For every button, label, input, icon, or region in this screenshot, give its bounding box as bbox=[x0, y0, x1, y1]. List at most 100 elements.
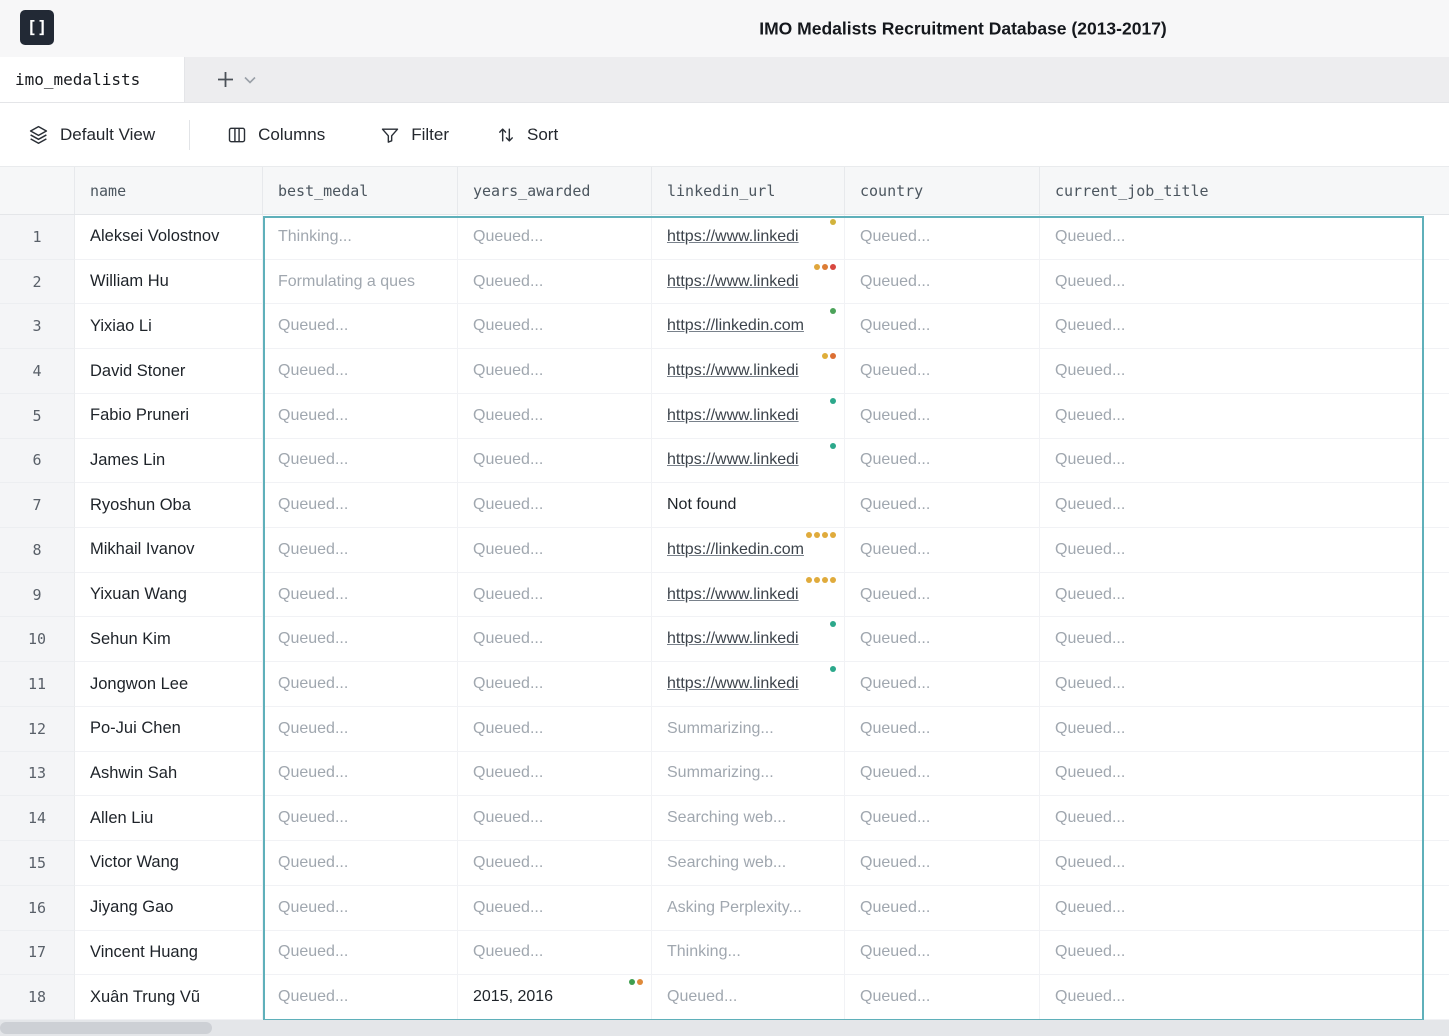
cell-name[interactable]: David Stoner bbox=[75, 349, 263, 394]
cell-country[interactable]: Queued... bbox=[845, 304, 1040, 350]
row-number[interactable]: 1 bbox=[0, 215, 75, 260]
cell-linkedin-url[interactable]: https://linkedin.com bbox=[652, 304, 845, 350]
cell-linkedin-url[interactable]: https://www.linkedi bbox=[652, 215, 845, 260]
cell-years-awarded[interactable]: Queued... bbox=[458, 930, 652, 976]
cell-best-medal[interactable]: Queued... bbox=[263, 706, 458, 752]
cell-years-awarded[interactable]: Queued... bbox=[458, 662, 652, 707]
cell-country[interactable]: Queued... bbox=[845, 662, 1040, 707]
cell-best-medal[interactable]: Queued... bbox=[263, 528, 458, 573]
cell-best-medal[interactable]: Queued... bbox=[263, 304, 458, 350]
linkedin-link[interactable]: https://www.linkedi bbox=[667, 675, 799, 693]
sort-button[interactable]: Sort bbox=[496, 125, 558, 145]
cell-name[interactable]: Aleksei Volostnov bbox=[75, 215, 263, 260]
cell-name[interactable]: Jiyang Gao bbox=[75, 885, 263, 931]
cell-years-awarded[interactable]: Queued... bbox=[458, 483, 652, 529]
header-corner[interactable] bbox=[0, 167, 75, 214]
cell-years-awarded[interactable]: Queued... bbox=[458, 259, 652, 305]
row-number[interactable]: 9 bbox=[0, 572, 75, 618]
cell-current-job-title[interactable]: Queued... bbox=[1040, 349, 1449, 394]
cell-name[interactable]: Jongwon Lee bbox=[75, 662, 263, 707]
cell-linkedin-url[interactable]: https://www.linkedi bbox=[652, 259, 845, 305]
cell-best-medal[interactable]: Queued... bbox=[263, 617, 458, 663]
linkedin-link[interactable]: https://www.linkedi bbox=[667, 273, 799, 291]
scrollbar-thumb[interactable] bbox=[0, 1021, 212, 1034]
row-number[interactable]: 5 bbox=[0, 393, 75, 439]
cell-country[interactable]: Queued... bbox=[845, 393, 1040, 439]
cell-linkedin-url[interactable]: Searching web... bbox=[652, 796, 845, 842]
cell-country[interactable]: Queued... bbox=[845, 349, 1040, 394]
row-number[interactable]: 6 bbox=[0, 438, 75, 484]
cell-country[interactable]: Queued... bbox=[845, 528, 1040, 573]
cell-years-awarded[interactable]: Queued... bbox=[458, 438, 652, 484]
cell-current-job-title[interactable]: Queued... bbox=[1040, 304, 1449, 350]
cell-name[interactable]: Po-Jui Chen bbox=[75, 706, 263, 752]
cell-best-medal[interactable]: Queued... bbox=[263, 885, 458, 931]
row-number[interactable]: 7 bbox=[0, 483, 75, 529]
cell-name[interactable]: Victor Wang bbox=[75, 841, 263, 886]
cell-country[interactable]: Queued... bbox=[845, 483, 1040, 529]
row-number[interactable]: 3 bbox=[0, 304, 75, 350]
cell-current-job-title[interactable]: Queued... bbox=[1040, 796, 1449, 842]
cell-years-awarded[interactable]: Queued... bbox=[458, 751, 652, 797]
row-number[interactable]: 4 bbox=[0, 349, 75, 394]
filter-button[interactable]: Filter bbox=[380, 125, 449, 145]
cell-country[interactable]: Queued... bbox=[845, 617, 1040, 663]
linkedin-link[interactable]: https://www.linkedi bbox=[667, 362, 799, 380]
cell-country[interactable]: Queued... bbox=[845, 930, 1040, 976]
linkedin-link[interactable]: https://www.linkedi bbox=[667, 228, 799, 246]
row-number[interactable]: 18 bbox=[0, 975, 75, 1020]
header-best-medal[interactable]: best_medal bbox=[263, 167, 458, 214]
cell-linkedin-url[interactable]: https://linkedin.com bbox=[652, 528, 845, 573]
cell-current-job-title[interactable]: Queued... bbox=[1040, 215, 1449, 260]
cell-name[interactable]: Ryoshun Oba bbox=[75, 483, 263, 529]
cell-best-medal[interactable]: Queued... bbox=[263, 975, 458, 1020]
cell-best-medal[interactable]: Queued... bbox=[263, 349, 458, 394]
cell-country[interactable]: Queued... bbox=[845, 215, 1040, 260]
row-number[interactable]: 13 bbox=[0, 751, 75, 797]
cell-current-job-title[interactable]: Queued... bbox=[1040, 752, 1449, 797]
cell-current-job-title[interactable]: Queued... bbox=[1040, 931, 1449, 976]
cell-years-awarded[interactable]: 2015, 2016 bbox=[458, 975, 652, 1020]
cell-country[interactable]: Queued... bbox=[845, 796, 1040, 842]
app-logo[interactable]: [] bbox=[20, 10, 54, 45]
tab-imo-medalists[interactable]: imo_medalists bbox=[0, 57, 185, 102]
cell-linkedin-url[interactable]: https://www.linkedi bbox=[652, 438, 845, 484]
row-number[interactable]: 14 bbox=[0, 796, 75, 842]
cell-country[interactable]: Queued... bbox=[845, 706, 1040, 752]
cell-name[interactable]: Vincent Huang bbox=[75, 930, 263, 976]
linkedin-link[interactable]: https://linkedin.com bbox=[667, 317, 804, 335]
cell-years-awarded[interactable]: Queued... bbox=[458, 796, 652, 842]
linkedin-link[interactable]: https://linkedin.com bbox=[667, 541, 804, 559]
linkedin-link[interactable]: https://www.linkedi bbox=[667, 451, 799, 469]
row-number[interactable]: 10 bbox=[0, 617, 75, 663]
cell-name[interactable]: Sehun Kim bbox=[75, 617, 263, 663]
cell-country[interactable]: Queued... bbox=[845, 259, 1040, 305]
cell-current-job-title[interactable]: Queued... bbox=[1040, 573, 1449, 618]
cell-years-awarded[interactable]: Queued... bbox=[458, 304, 652, 350]
row-number[interactable]: 2 bbox=[0, 259, 75, 305]
cell-best-medal[interactable]: Thinking... bbox=[263, 215, 458, 260]
cell-years-awarded[interactable]: Queued... bbox=[458, 617, 652, 663]
cell-best-medal[interactable]: Queued... bbox=[263, 572, 458, 618]
cell-name[interactable]: Ashwin Sah bbox=[75, 751, 263, 797]
cell-best-medal[interactable]: Queued... bbox=[263, 930, 458, 976]
cell-linkedin-url[interactable]: Queued... bbox=[652, 975, 845, 1020]
columns-button[interactable]: Columns bbox=[227, 125, 325, 145]
cell-best-medal[interactable]: Queued... bbox=[263, 796, 458, 842]
row-number[interactable]: 16 bbox=[0, 885, 75, 931]
linkedin-link[interactable]: https://www.linkedi bbox=[667, 630, 799, 648]
cell-name[interactable]: Xuân Trung Vũ bbox=[75, 975, 263, 1020]
cell-best-medal[interactable]: Queued... bbox=[263, 751, 458, 797]
cell-years-awarded[interactable]: Queued... bbox=[458, 528, 652, 573]
cell-linkedin-url[interactable]: https://www.linkedi bbox=[652, 393, 845, 439]
cell-name[interactable]: Mikhail Ivanov bbox=[75, 528, 263, 573]
cell-current-job-title[interactable]: Queued... bbox=[1040, 528, 1449, 573]
cell-linkedin-url[interactable]: https://www.linkedi bbox=[652, 662, 845, 707]
cell-best-medal[interactable]: Formulating a ques bbox=[263, 259, 458, 305]
cell-country[interactable]: Queued... bbox=[845, 975, 1040, 1020]
cell-name[interactable]: Fabio Pruneri bbox=[75, 393, 263, 439]
cell-current-job-title[interactable]: Queued... bbox=[1040, 841, 1449, 886]
cell-years-awarded[interactable]: Queued... bbox=[458, 215, 652, 260]
cell-years-awarded[interactable]: Queued... bbox=[458, 706, 652, 752]
cell-current-job-title[interactable]: Queued... bbox=[1040, 707, 1449, 752]
